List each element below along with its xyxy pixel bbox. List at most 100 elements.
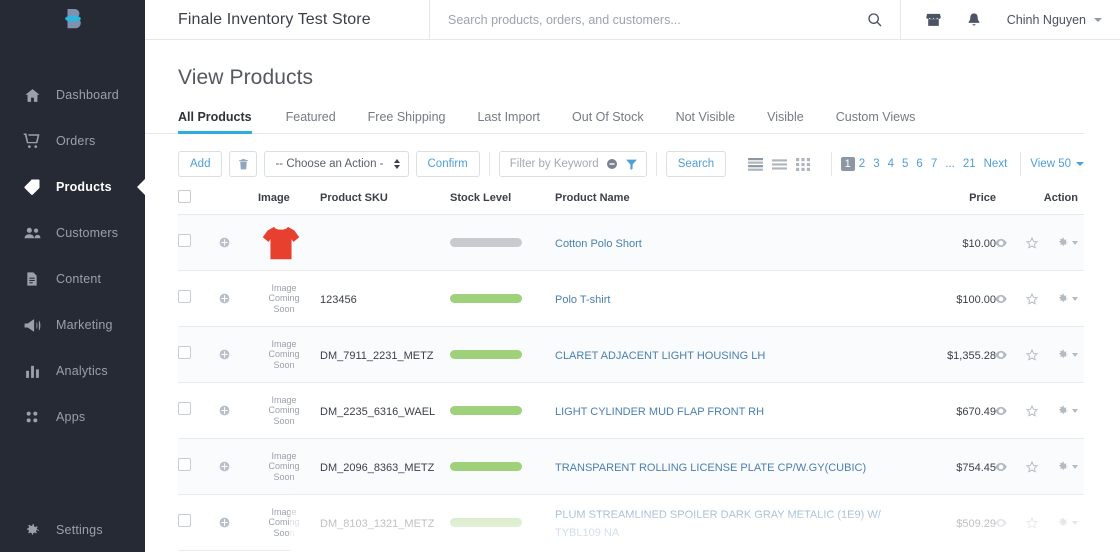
bell-icon[interactable] [965,11,983,29]
row-sku-cell: DM_8103_1321_METZ [320,495,450,551]
row-settings-menu[interactable] [1056,348,1078,361]
page-5[interactable]: 5 [898,156,912,172]
row-stock-cell [450,439,555,495]
sidebar-item-dashboard[interactable]: Dashboard [0,72,145,118]
page-next[interactable]: Next [980,156,1012,172]
product-name-link[interactable]: Cotton Polo Short [555,238,642,250]
storefront-icon[interactable] [925,11,943,29]
row-settings-menu[interactable] [1056,236,1078,249]
move-plus-icon[interactable] [218,516,258,529]
move-plus-icon[interactable] [218,460,258,473]
eye-icon[interactable] [994,404,1008,418]
page-3[interactable]: 3 [869,156,883,172]
star-icon[interactable] [1025,460,1039,474]
select-all-checkbox[interactable] [178,190,191,203]
product-name-link[interactable]: PLUM STREAMLINED SPOILER DARK GRAY METAL… [555,509,881,539]
delete-button[interactable] [229,151,258,177]
gear-icon [1056,236,1069,249]
page-current[interactable]: 1 [840,157,855,171]
table-row[interactable]: Image Coming Soon 123456 Polo T-shirt $1… [178,271,1084,327]
eye-icon[interactable] [994,292,1008,306]
col-select-all [178,182,218,215]
placeholder-line-2: Coming [268,293,300,304]
funnel-icon[interactable] [624,156,640,172]
add-button[interactable]: Add [178,151,223,177]
col-price[interactable]: Price [904,182,996,215]
search-button[interactable]: Search [665,151,727,177]
placeholder-line-2: Coming [268,517,300,528]
move-plus-icon[interactable] [218,236,258,249]
star-icon[interactable] [1025,348,1039,362]
col-stock-level[interactable]: Stock Level [450,182,555,215]
move-plus-icon[interactable] [218,404,258,417]
toolbar-divider-3 [830,152,832,176]
tab-custom-views[interactable]: Custom Views [820,110,932,133]
table-row[interactable]: Image Coming Soon DM_2235_6316_WAEL LIGH… [178,383,1084,439]
view-count-selector[interactable]: View 50 [1030,158,1084,170]
col-sku[interactable]: Product SKU [320,182,450,215]
confirm-button[interactable]: Confirm [415,151,480,177]
eye-icon[interactable] [994,516,1008,530]
megaphone-icon [22,315,42,335]
table-row[interactable]: Cotton Polo Short $10.00 [178,214,1084,271]
row-sku-cell: DM_2096_8363_METZ [320,439,450,495]
tab-not-visible[interactable]: Not Visible [660,110,752,133]
page-7[interactable]: 7 [927,156,941,172]
sidebar-item-customers[interactable]: Customers [0,210,145,256]
tab-visible[interactable]: Visible [751,110,820,133]
tab-featured[interactable]: Featured [270,110,352,133]
row-settings-menu[interactable] [1056,516,1078,529]
sidebar-item-analytics[interactable]: Analytics [0,348,145,394]
star-icon[interactable] [1025,236,1039,250]
page-2[interactable]: 2 [855,156,869,172]
product-name-link[interactable]: Polo T-shirt [555,294,610,306]
eye-icon[interactable] [994,348,1008,362]
star-icon[interactable] [1025,404,1039,418]
row-checkbox[interactable] [178,289,191,303]
sidebar-item-products[interactable]: Products [0,164,146,210]
search-icon[interactable] [866,11,884,29]
list-compact-icon[interactable] [747,157,763,171]
product-name-link[interactable]: LIGHT CYLINDER MUD FLAP FRONT RH [555,406,764,418]
table-row[interactable]: Image Coming Soon DM_7911_2231_METZ CLAR… [178,326,1084,383]
table-row[interactable]: Image Coming Soon DM_2096_8363_METZ TRAN… [178,438,1084,495]
sidebar-item-orders[interactable]: Orders [0,118,145,164]
row-checkbox[interactable] [178,345,191,359]
clear-circle-icon[interactable] [605,157,619,171]
col-product-name[interactable]: Product Name [555,182,904,215]
move-plus-icon[interactable] [218,348,258,361]
tab-last-import[interactable]: Last Import [461,110,556,133]
grid-icon[interactable] [795,157,810,171]
sidebar-item-marketing[interactable]: Marketing [0,302,145,348]
sidebar-item-settings[interactable]: Settings [0,508,145,552]
row-checkbox[interactable] [178,401,191,415]
bulk-action-select[interactable]: -- Choose an Action - [264,151,409,177]
row-checkbox[interactable] [178,513,191,527]
page-4[interactable]: 4 [884,156,898,172]
bigcommerce-logo[interactable] [0,0,145,40]
move-plus-icon[interactable] [218,292,258,305]
user-menu[interactable]: Chinh Nguyen [1007,13,1102,27]
product-name-link[interactable]: TRANSPARENT ROLLING LICENSE PLATE CP/W.G… [555,462,866,474]
global-search-input[interactable] [448,12,866,27]
eye-icon[interactable] [994,236,1008,250]
table-row[interactable]: Image Coming Soon DM_8103_1321_METZ PLUM… [178,495,1084,551]
star-icon[interactable] [1025,292,1039,306]
row-settings-menu[interactable] [1056,292,1078,305]
eye-icon[interactable] [994,460,1008,474]
row-checkbox[interactable] [178,457,191,471]
row-settings-menu[interactable] [1056,460,1078,473]
row-checkbox[interactable] [178,233,191,247]
tab-free-shipping[interactable]: Free Shipping [352,110,462,133]
sidebar-item-content[interactable]: Content [0,256,145,302]
list-rows-icon[interactable] [771,158,787,170]
row-settings-menu[interactable] [1056,404,1078,417]
page-last[interactable]: 21 [959,156,980,172]
sidebar-item-apps[interactable]: Apps [0,394,145,440]
page-6[interactable]: 6 [912,156,926,172]
tab-all-products[interactable]: All Products [178,110,270,134]
filter-keyword-input[interactable] [509,158,600,170]
tab-out-of-stock[interactable]: Out Of Stock [556,110,660,133]
product-name-link[interactable]: CLARET ADJACENT LIGHT HOUSING LH [555,350,765,362]
star-icon[interactable] [1025,516,1039,530]
